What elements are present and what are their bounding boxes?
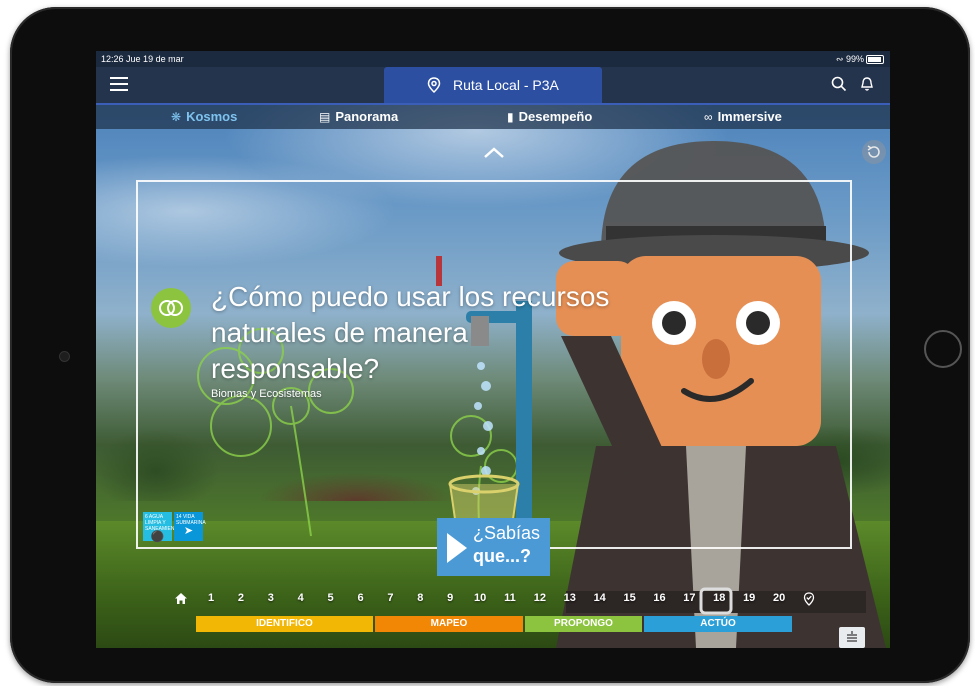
page-number[interactable]: 8 bbox=[408, 592, 432, 604]
interlocking-rings-icon bbox=[159, 300, 183, 316]
phase-actuo[interactable]: ACTÚO bbox=[644, 616, 792, 632]
notes-icon bbox=[847, 631, 857, 642]
tab-immersive[interactable]: ∞ Immersive bbox=[704, 109, 782, 124]
page-number[interactable]: 18 bbox=[707, 592, 731, 604]
question-subtitle: Biomas y Ecosistemas bbox=[211, 388, 322, 400]
kosmos-icon: ❋ bbox=[171, 110, 182, 124]
water-drop-icon: ⚫ bbox=[150, 531, 165, 543]
location-pin-icon bbox=[427, 77, 441, 94]
status-bar: 12:26 Jue 19 de mar ∾ 99% bbox=[96, 51, 890, 67]
page-number[interactable]: 5 bbox=[319, 592, 343, 604]
route-title-tab[interactable]: Ruta Local - P3A bbox=[384, 67, 602, 103]
panorama-icon: ▤ bbox=[319, 110, 331, 124]
hamburger-menu-icon[interactable] bbox=[110, 77, 128, 91]
page-number[interactable]: 14 bbox=[588, 592, 612, 604]
refresh-icon bbox=[867, 145, 880, 158]
phase-identifico[interactable]: IDENTIFICO bbox=[196, 616, 373, 632]
topic-icon bbox=[151, 288, 191, 328]
play-icon bbox=[447, 533, 467, 563]
tab-kosmos[interactable]: ❋ Kosmos bbox=[171, 109, 237, 124]
chart-icon: ▮ bbox=[507, 110, 514, 124]
page-number[interactable]: 3 bbox=[259, 592, 283, 604]
page-number[interactable]: 16 bbox=[648, 592, 672, 604]
binoculars-icon: ∞ bbox=[704, 110, 713, 124]
page-number[interactable]: 13 bbox=[558, 592, 582, 604]
home-icon[interactable] bbox=[174, 592, 188, 605]
page-number[interactable]: 9 bbox=[438, 592, 462, 604]
step-pager: 1 2 3 4 5 6 7 8 9 10 11 12 13 14 15 16 17 18 19 20 bbox=[96, 589, 890, 609]
sdg-badge-14[interactable]: 14 VIDA SUBMARINA ➤ bbox=[174, 512, 206, 541]
front-camera bbox=[59, 351, 70, 362]
home-button[interactable] bbox=[924, 330, 962, 368]
page-number[interactable]: 12 bbox=[528, 592, 552, 604]
question-title: ¿Cómo puedo usar los recursos naturales … bbox=[211, 281, 610, 384]
notes-button[interactable] bbox=[839, 627, 865, 648]
status-battery: ∾ 99% bbox=[836, 54, 884, 65]
page-number[interactable]: 17 bbox=[677, 592, 701, 604]
sdg-badge-6[interactable]: 6 AGUA LIMPIA Y SANEAMIENTO ⚫ bbox=[143, 512, 181, 543]
notifications-bell-icon[interactable] bbox=[859, 76, 875, 92]
route-title: Ruta Local - P3A bbox=[453, 77, 559, 93]
fish-icon: ➤ bbox=[183, 525, 194, 537]
refresh-button[interactable] bbox=[862, 140, 886, 164]
app-screen: 12:26 Jue 19 de mar ∾ 99% Ruta Local - P… bbox=[96, 51, 890, 648]
page-number[interactable]: 4 bbox=[289, 592, 313, 604]
chevron-up-icon[interactable] bbox=[483, 147, 505, 159]
tab-panorama[interactable]: ▤ Panorama bbox=[319, 109, 398, 124]
page-number[interactable]: 15 bbox=[618, 592, 642, 604]
page-number[interactable]: 10 bbox=[468, 592, 492, 604]
app-header: Ruta Local - P3A bbox=[96, 67, 890, 105]
tab-desempeno[interactable]: ▮ Desempeño bbox=[507, 109, 592, 124]
search-icon[interactable] bbox=[831, 76, 847, 92]
battery-icon bbox=[866, 55, 884, 65]
phase-propongo[interactable]: PROPONGO bbox=[525, 616, 642, 632]
page-number[interactable]: 7 bbox=[378, 592, 402, 604]
sabias-que-button[interactable]: ¿Sabías que...? bbox=[437, 518, 550, 576]
page-number[interactable]: 1 bbox=[199, 592, 223, 604]
status-time: 12:26 Jue 19 de mar bbox=[101, 54, 184, 64]
page-number[interactable]: 6 bbox=[349, 592, 373, 604]
checkpoint-icon[interactable] bbox=[803, 592, 815, 606]
page-number[interactable]: 2 bbox=[229, 592, 253, 604]
wifi-icon: ∾ bbox=[835, 54, 844, 64]
section-nav: ❋ Kosmos ▤ Panorama ▮ Desempeño ∞ Immersive bbox=[96, 105, 890, 129]
page-number[interactable]: 11 bbox=[498, 592, 522, 604]
page-number[interactable]: 20 bbox=[767, 592, 791, 604]
phase-mapeo[interactable]: MAPEO bbox=[375, 616, 523, 632]
page-number[interactable]: 19 bbox=[737, 592, 761, 604]
